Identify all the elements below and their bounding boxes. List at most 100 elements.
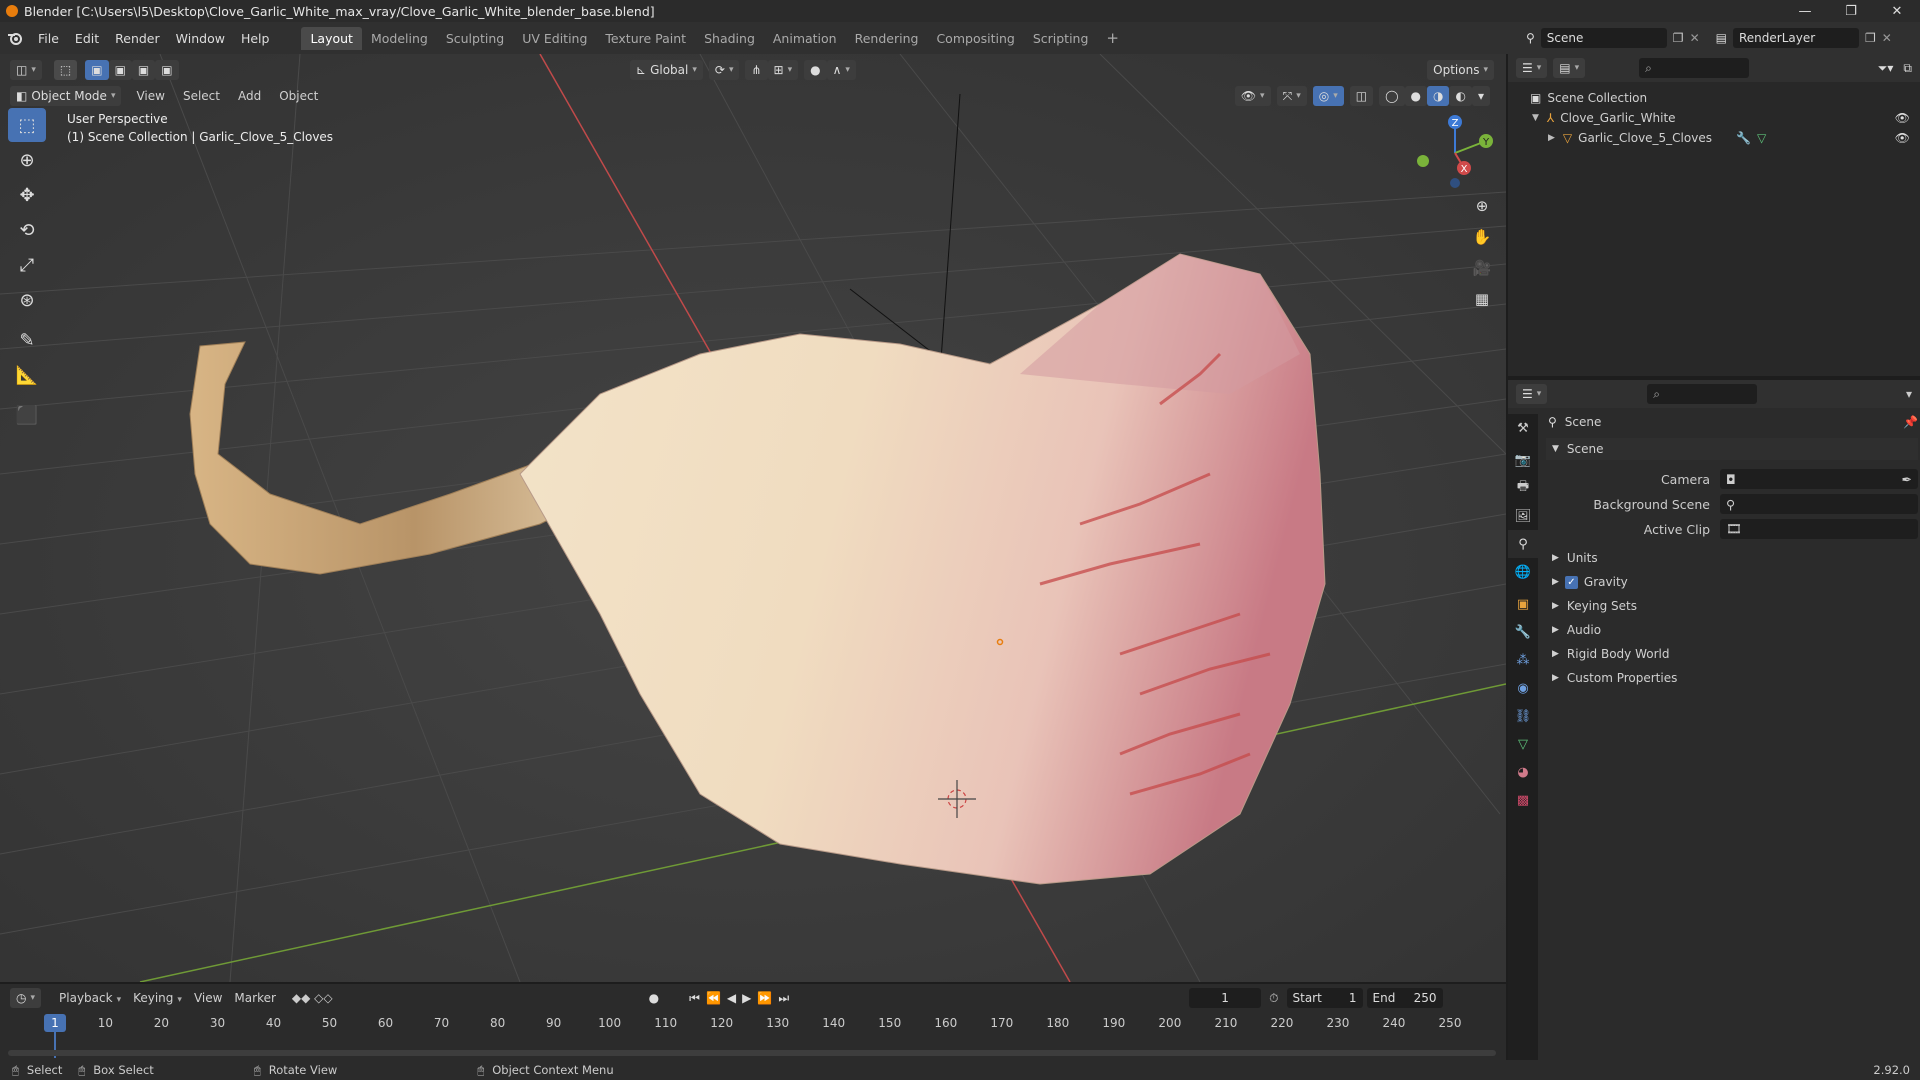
visibility-eye-icon[interactable]: 👁 [1895, 131, 1910, 145]
particles-tab-icon[interactable]: ⁂ [1508, 646, 1538, 674]
tab-uv-editing[interactable]: UV Editing [513, 27, 596, 50]
eyedropper-icon[interactable]: ✒ [1902, 472, 1912, 487]
outliner-item-collection[interactable]: ▼ ⅄ Clove_Garlic_White 👁 [1508, 108, 1920, 128]
close-button[interactable]: ✕ [1874, 0, 1920, 22]
properties-search-input[interactable]: ⌕ [1647, 384, 1758, 404]
background-scene-field[interactable]: ⚲ [1720, 494, 1918, 514]
minimize-button[interactable]: — [1782, 0, 1828, 22]
snap-toggle[interactable]: ⋔ [745, 60, 768, 80]
move-tool-icon[interactable]: ✥ [8, 178, 46, 212]
texture-tab-icon[interactable]: ▩ [1508, 786, 1538, 814]
add-workspace-button[interactable]: + [1097, 25, 1128, 51]
section-keying-sets[interactable]: ▶ Keying Sets [1546, 594, 1918, 618]
options-dropdown[interactable]: Options ▾ [1427, 60, 1494, 80]
annotate-tool-icon[interactable]: ✎ [8, 323, 46, 357]
rendered-shading-button[interactable]: ◐ [1449, 86, 1472, 106]
delete-renderlayer-icon[interactable]: ✕ [1882, 31, 1892, 45]
navigation-gizmo[interactable]: Z Y X [1410, 108, 1500, 198]
modifier-tab-icon[interactable]: 🔧 [1508, 618, 1538, 646]
xray-toggle[interactable]: ◫ [1349, 86, 1374, 106]
outliner-display-mode[interactable]: ▤ ▾ [1553, 58, 1586, 78]
menu-window[interactable]: Window [168, 31, 233, 46]
tab-texture-paint[interactable]: Texture Paint [596, 27, 695, 50]
physics-tab-icon[interactable]: ◉ [1508, 674, 1538, 702]
object-tab-icon[interactable]: ▣ [1508, 590, 1538, 618]
cursor-tool-icon[interactable]: ⊕ [8, 143, 46, 177]
menu-help[interactable]: Help [233, 31, 278, 46]
select-new-icon[interactable]: ▣ [85, 60, 109, 80]
menu-render[interactable]: Render [107, 31, 168, 46]
overlay-toggle[interactable]: ◎ ▾ [1312, 86, 1344, 106]
properties-options-icon[interactable]: ▾ [1906, 387, 1912, 401]
scene-panel-header[interactable]: ▼ Scene [1546, 438, 1918, 460]
select-box-tool-icon[interactable]: ⬚ [8, 108, 46, 142]
viewport-menu-object[interactable]: Object [270, 89, 327, 103]
new-scene-icon[interactable]: ❐ [1673, 31, 1684, 45]
outliner-item-mesh[interactable]: ▶ ▽ Garlic_Clove_5_Cloves 🔧 ▽ 👁 [1508, 128, 1920, 148]
scale-tool-icon[interactable]: ⤢ [8, 248, 46, 282]
gizmo-toggle[interactable]: ⤧ ▾ [1276, 86, 1307, 106]
outliner-search-input[interactable]: ⌕ [1639, 58, 1750, 78]
section-rigid-body-world[interactable]: ▶ Rigid Body World [1546, 642, 1918, 666]
delete-scene-icon[interactable]: ✕ [1690, 31, 1700, 45]
camera-field[interactable]: ◘ ✒ [1720, 469, 1918, 489]
tab-shading[interactable]: Shading [695, 27, 764, 50]
output-tab-icon[interactable]: 🖶 [1508, 474, 1538, 502]
new-collection-icon[interactable]: ⧉ [1903, 61, 1912, 76]
renderlayer-selector[interactable]: RenderLayer [1732, 28, 1859, 48]
object-mode-dropdown[interactable]: ◧ Object Mode ▾ [10, 86, 122, 106]
active-clip-field[interactable]: 🎞 [1720, 519, 1918, 539]
editor-type-button[interactable]: ◫ ▾ [10, 60, 42, 80]
scene-tab-icon[interactable]: ⚲ [1508, 530, 1538, 558]
gizmo-neg-y-icon[interactable] [1417, 155, 1429, 167]
tab-animation[interactable]: Animation [764, 27, 846, 50]
section-custom-properties[interactable]: ▶ Custom Properties [1546, 666, 1918, 690]
wireframe-shading-button[interactable]: ◯ [1379, 86, 1405, 106]
viewport-menu-add[interactable]: Add [229, 89, 270, 103]
scene-selector[interactable]: Scene [1540, 28, 1667, 48]
properties-editor-type[interactable]: ☰ ▾ [1516, 384, 1548, 404]
maximize-button[interactable]: ❐ [1828, 0, 1874, 22]
section-audio[interactable]: ▶ Audio [1546, 618, 1918, 642]
viewport-menu-view[interactable]: View [127, 89, 173, 103]
viewport-menu-select[interactable]: Select [174, 89, 229, 103]
perspective-grid-icon[interactable]: ▦ [1468, 285, 1496, 313]
solid-shading-button[interactable]: ● [1404, 86, 1427, 106]
view-layer-tab-icon[interactable]: 🖼 [1508, 502, 1538, 530]
select-subtract-icon[interactable]: ▣ [131, 60, 156, 80]
measure-tool-icon[interactable]: 📐 [8, 358, 46, 392]
tab-rendering[interactable]: Rendering [846, 27, 928, 50]
proportional-falloff-dropdown[interactable]: ∧ ▾ [826, 60, 856, 80]
visibility-eye-icon[interactable]: 👁 [1895, 111, 1910, 125]
constraints-tab-icon[interactable]: ⛓ [1508, 702, 1538, 730]
tab-modeling[interactable]: Modeling [362, 27, 437, 50]
pan-hand-icon[interactable]: ✋ [1468, 223, 1496, 251]
zoom-icon[interactable]: ⊕ [1468, 192, 1496, 220]
new-renderlayer-icon[interactable]: ❐ [1865, 31, 1876, 45]
select-intersect-icon[interactable]: ▣ [155, 60, 179, 80]
visibility-icon[interactable]: 👁 ▾ [1234, 86, 1271, 106]
tool-tab-icon[interactable]: ⚒ [1508, 414, 1538, 442]
menu-edit[interactable]: Edit [67, 31, 107, 46]
gravity-checkbox[interactable]: ✓ [1564, 575, 1578, 589]
tab-scripting[interactable]: Scripting [1024, 27, 1098, 50]
world-tab-icon[interactable]: 🌐 [1508, 558, 1538, 586]
blender-menu-icon[interactable] [0, 31, 30, 45]
expand-arrow-icon[interactable]: ▼ [1532, 113, 1539, 123]
tab-compositing[interactable]: Compositing [927, 27, 1023, 50]
pin-icon[interactable]: 📌 [1903, 415, 1918, 429]
outliner-editor-type[interactable]: ☰ ▾ [1516, 58, 1548, 78]
snap-target-dropdown[interactable]: ⊞ ▾ [767, 60, 799, 80]
expand-arrow-icon[interactable]: ▶ [1548, 133, 1555, 143]
outliner-root-row[interactable]: ▣ Scene Collection [1508, 88, 1920, 108]
3d-viewport[interactable]: ◫ ▾ ⬚ ▣ ▣ ▣ ▣ ⊾ Global ▾ ⟳ ▾ ⋔ ⊞ ▾ ● ∧ ▾ Optio… [0, 54, 1506, 982]
material-shading-button[interactable]: ◑ [1427, 86, 1450, 106]
proportional-edit-toggle[interactable]: ● [804, 60, 827, 80]
select-mode-button[interactable]: ⬚ [53, 60, 78, 80]
pivot-point-dropdown[interactable]: ⟳ ▾ [708, 60, 740, 80]
tab-sculpting[interactable]: Sculpting [437, 27, 513, 50]
gizmo-neg-z-icon[interactable] [1450, 178, 1460, 188]
shading-options-dropdown[interactable]: ▾ [1471, 86, 1490, 106]
filter-icon[interactable]: ⏷▾ [1878, 61, 1894, 76]
render-tab-icon[interactable]: 📷 [1508, 446, 1538, 474]
